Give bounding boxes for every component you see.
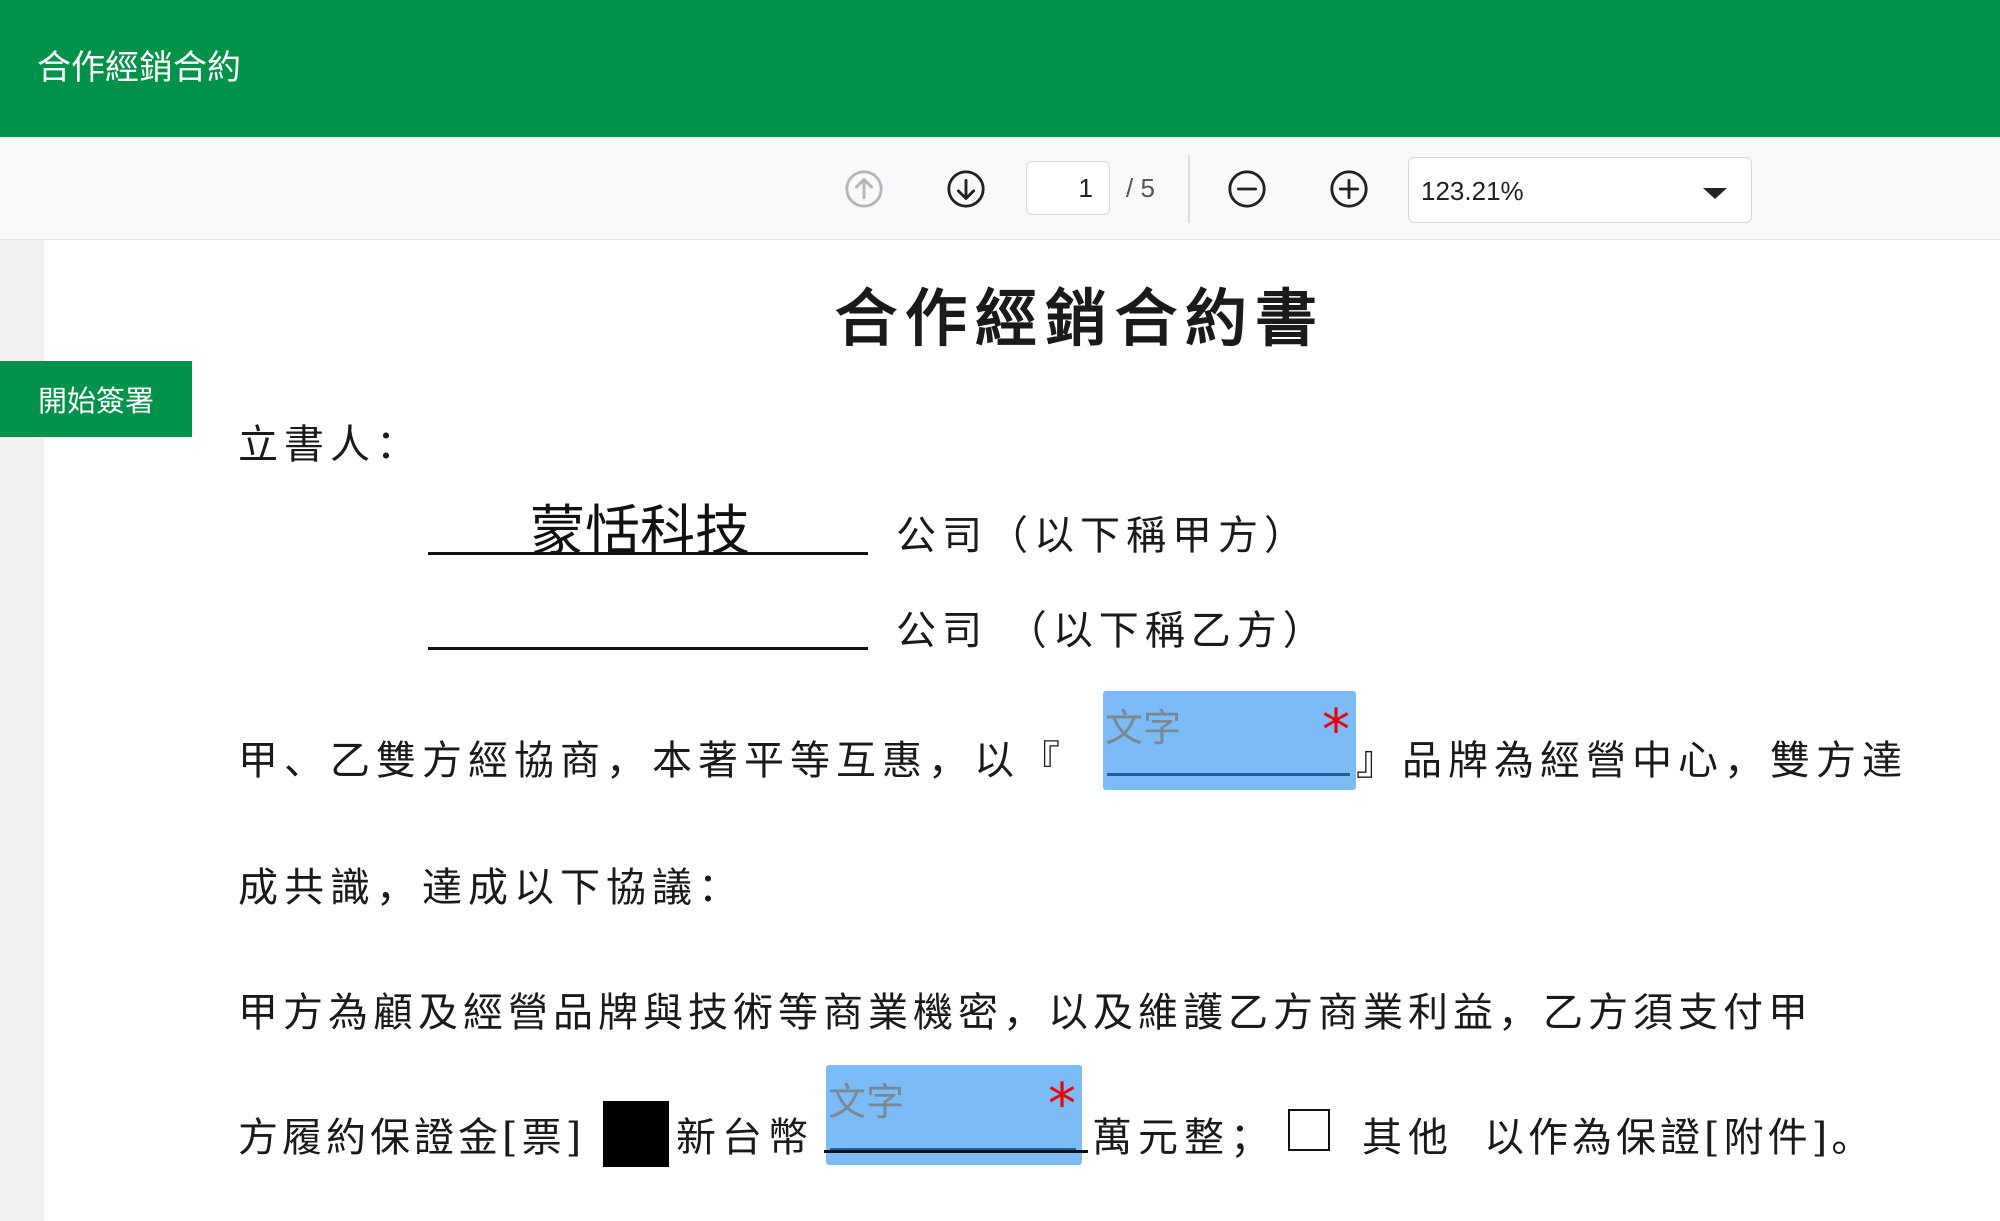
field-placeholder: 文字 [1105, 706, 1182, 750]
other-label: 其他 [1362, 1115, 1454, 1161]
start-signing-button[interactable]: 開始簽署 [0, 361, 192, 437]
redacted-block [603, 1101, 669, 1167]
page-total: / 5 [1126, 173, 1155, 203]
field-underline [1107, 773, 1350, 776]
app-header: 合作經銷合約 [0, 0, 2000, 137]
para2-line2-pre: 方履約保證金[票] [238, 1115, 586, 1161]
zoom-in-icon [1330, 170, 1368, 208]
required-mark: * [1048, 1072, 1076, 1137]
para1-line1-pre: 甲、乙雙方經協商，本著平等互惠，以『 [238, 738, 1066, 784]
zoom-out-icon [1228, 170, 1266, 208]
amount-underline [824, 1150, 1088, 1153]
party-a-suffix: 公司（以下稱甲方） [896, 513, 1310, 559]
pdf-toolbar: / 5 123.21% [0, 137, 2000, 240]
zoom-select[interactable]: 123.21% [1408, 157, 1752, 223]
chevron-down-icon [1703, 188, 1727, 199]
app-title: 合作經銷合約 [37, 48, 241, 88]
brand-text-field[interactable]: 文字 * [1103, 691, 1356, 790]
para1-line2: 成共識，達成以下協議： [238, 865, 744, 911]
para2-line2-post: 萬元整； [1092, 1115, 1276, 1161]
para2-line2-end: 以作為保證[附件]。 [1484, 1115, 1876, 1161]
party-b-underline [428, 647, 868, 650]
zoom-out-button[interactable] [1225, 167, 1269, 211]
page-number-input[interactable] [1026, 161, 1110, 215]
next-page-button[interactable] [944, 167, 988, 211]
party-a-underline [428, 552, 868, 555]
required-mark: * [1322, 698, 1350, 763]
zoom-value: 123.21% [1421, 176, 1524, 206]
toolbar-divider [1188, 155, 1190, 223]
document-title: 合作經銷合約書 [835, 282, 1326, 355]
para2-line1: 甲方為顧及經營品牌與技術等商業機密，以及維護乙方商業利益，乙方須支付甲 [238, 990, 1813, 1036]
para2-line2-mid: 新台幣 [676, 1115, 814, 1161]
arrow-up-circle-icon [845, 170, 883, 208]
other-checkbox[interactable] [1288, 1109, 1330, 1151]
previous-page-button[interactable] [842, 167, 886, 211]
zoom-in-button[interactable] [1327, 167, 1371, 211]
party-b-suffix: 公司 （以下稱乙方） [896, 608, 1329, 654]
field-placeholder: 文字 [828, 1080, 905, 1124]
arrow-down-circle-icon [947, 170, 985, 208]
signatory-label: 立書人： [238, 422, 422, 468]
para1-line1-post: 』品牌為經營中心，雙方達 [1356, 738, 1908, 784]
